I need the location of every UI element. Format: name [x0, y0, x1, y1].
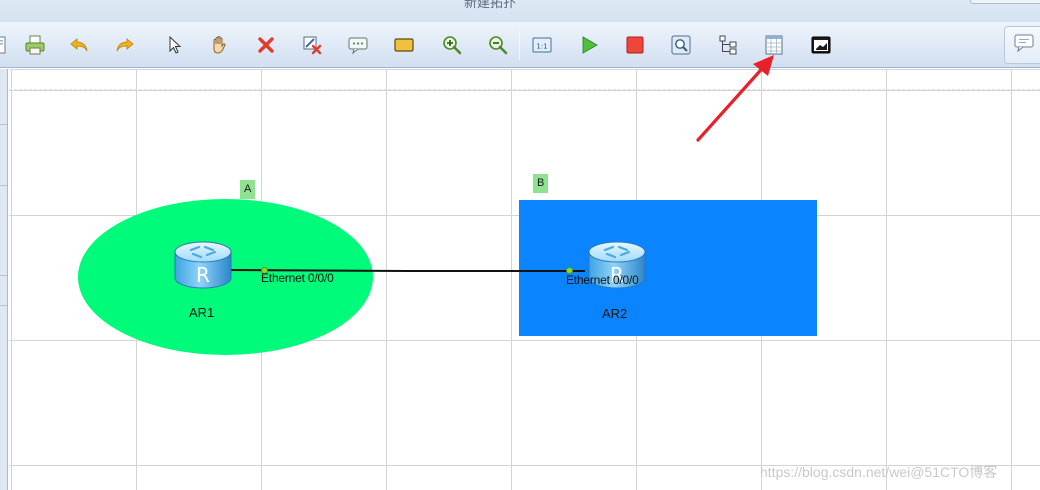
redo-button[interactable]	[112, 32, 138, 58]
router-icon: R	[171, 238, 235, 294]
stop-icon	[624, 34, 646, 56]
zoom-in-button[interactable]	[439, 32, 465, 58]
toolbar-separator	[519, 30, 520, 60]
delete-icon	[255, 34, 277, 56]
delete-link-icon	[301, 34, 323, 56]
router-ar1[interactable]: R	[171, 238, 235, 294]
topology-canvas[interactable]: A B R R Ethernet 0/0/0 Ethernet 0/0/0 AR…	[9, 69, 1040, 490]
rail-divider	[0, 305, 7, 306]
zoom-in-icon	[441, 34, 463, 56]
capture-icon	[670, 34, 692, 56]
delete-link-button[interactable]	[299, 32, 325, 58]
rail-divider	[0, 124, 7, 125]
title-bar-control[interactable]	[970, 0, 1040, 4]
redo-icon	[114, 34, 136, 56]
zoom-out-button[interactable]	[485, 32, 511, 58]
comment-panel-button[interactable]	[1004, 26, 1040, 64]
start-devices-button[interactable]	[576, 32, 602, 58]
comment-icon	[1013, 32, 1035, 59]
undo-button[interactable]	[66, 32, 92, 58]
text-button[interactable]	[345, 32, 371, 58]
select-button[interactable]	[162, 32, 188, 58]
play-icon	[578, 34, 600, 56]
fit-window-button[interactable]: 1:1	[529, 32, 555, 58]
undo-icon	[68, 34, 90, 56]
print-button[interactable]	[22, 32, 48, 58]
draw-shape-button[interactable]	[391, 32, 417, 58]
rail-divider	[0, 185, 7, 186]
main-toolbar: 1:1	[0, 22, 1040, 68]
watermark: https://blog.csdn.net/wei@51CTO博客	[760, 464, 998, 480]
text-note-icon	[347, 34, 369, 56]
device-name-ar1[interactable]: AR1	[189, 305, 214, 320]
delete-button[interactable]	[253, 32, 279, 58]
terminal-button[interactable]	[808, 32, 834, 58]
print-icon	[24, 34, 46, 56]
terminal-icon	[810, 34, 832, 56]
hand-icon	[208, 34, 230, 56]
zoom-out-icon	[487, 34, 509, 56]
left-panel-edge[interactable]	[0, 69, 8, 490]
new-icon	[0, 34, 10, 56]
link-ar1-ar2[interactable]	[9, 70, 1040, 490]
window-title-bar: 新建拓扑	[0, 0, 1040, 22]
port-label-ar2: Ethernet 0/0/0	[566, 273, 639, 287]
window-title: 新建拓扑	[463, 0, 516, 10]
pan-button[interactable]	[206, 32, 232, 58]
annotation-arrow	[696, 55, 774, 142]
svg-text:R: R	[196, 263, 210, 287]
device-name-ar2[interactable]: AR2	[602, 306, 627, 321]
stop-devices-button[interactable]	[622, 32, 648, 58]
rectangle-icon	[393, 34, 415, 56]
rail-divider	[0, 275, 7, 276]
pointer-icon	[164, 34, 186, 56]
port-label-ar1: Ethernet 0/0/0	[261, 271, 334, 285]
fit-icon: 1:1	[531, 34, 553, 56]
new-topology-button[interactable]	[0, 32, 12, 58]
svg-text:1:1: 1:1	[536, 43, 547, 51]
